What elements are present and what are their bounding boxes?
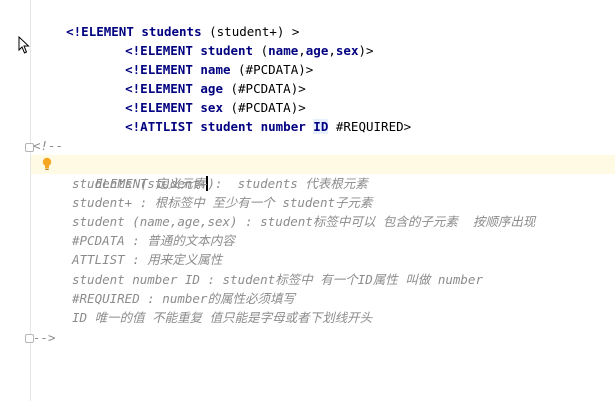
comment-line[interactable]: student (name,age,sex) : student标签中可以 包含… xyxy=(72,212,535,231)
code-line[interactable]: <!ELEMENT name (#PCDATA)> xyxy=(95,41,313,77)
attribute-name: number xyxy=(260,119,306,134)
code-line[interactable]: <!ELEMENT sex (#PCDATA)> xyxy=(95,79,306,115)
code-line[interactable]: <!ELEMENT students (student+) > xyxy=(36,3,299,39)
comment-line[interactable]: students (student+): students 代表根元素 xyxy=(72,174,368,193)
intention-bulb-icon[interactable] xyxy=(42,157,52,171)
comment-line[interactable]: ATTLIST : 用来定义属性 xyxy=(72,250,222,269)
tag-open: <! xyxy=(125,119,141,134)
code-line[interactable]: <!ELEMENT student (name,age,sex)> xyxy=(95,22,373,58)
mouse-cursor-icon xyxy=(18,36,30,54)
comment-line[interactable]: #PCDATA : 普通的文本内容 xyxy=(72,231,235,250)
code-editor[interactable]: <!ELEMENT students (student+) > <!ELEMEN… xyxy=(31,0,615,401)
code-line[interactable]: <!ATTLIST student number ID #REQUIRED> xyxy=(95,98,411,134)
comment-close[interactable]: --> xyxy=(33,328,56,347)
comment-line[interactable]: student+ : 根标签中 至少有一个 student子元素 xyxy=(72,193,373,212)
element-content: )> xyxy=(358,43,374,58)
comment-line[interactable]: #REQUIRED : number的属性必须填写 xyxy=(72,289,295,308)
element-name: student xyxy=(200,119,254,134)
comment-line[interactable]: ELEMENT 定义元素 xyxy=(65,155,209,191)
attribute-type: ID xyxy=(313,119,329,134)
attribute-default: #REQUIRED> xyxy=(328,119,412,134)
comment-open[interactable]: <!-- xyxy=(33,136,63,155)
comment-line[interactable]: ID 唯一的值 不能重复 值只能是字母或者下划线开头 xyxy=(72,308,372,327)
dtd-keyword: ATTLIST xyxy=(140,119,193,134)
child-element: sex xyxy=(335,43,359,58)
code-line[interactable]: <!ELEMENT age (#PCDATA)> xyxy=(95,60,306,96)
tag-open: <! xyxy=(66,24,82,39)
comment-line[interactable]: student number ID : student标签中 有一个ID属性 叫… xyxy=(72,270,483,289)
